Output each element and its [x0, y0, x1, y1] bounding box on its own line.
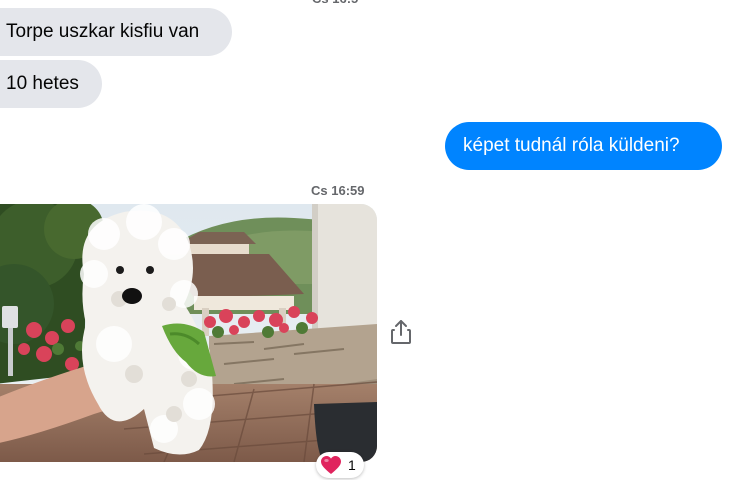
puppy-photo [0, 204, 377, 462]
incoming-message-2[interactable]: 10 hetes [0, 60, 102, 108]
reaction-count: 1 [348, 457, 356, 473]
outgoing-message-1[interactable]: képet tudnál róla küldeni? [445, 122, 722, 170]
reaction-badge[interactable]: 1 [316, 452, 364, 478]
top-timestamp-fragment: Cs 16:5 [312, 0, 358, 6]
photo-attachment[interactable] [0, 204, 377, 462]
share-button[interactable] [389, 319, 413, 345]
heart-icon [321, 456, 341, 474]
incoming-message-1[interactable]: Torpe uszkar kisfiu van [0, 8, 232, 56]
message-timestamp: Cs 16:59 [311, 183, 365, 198]
share-icon [391, 320, 411, 344]
outgoing-message-1-text: képet tudnál róla küldeni? [463, 135, 680, 156]
incoming-message-1-text: Torpe uszkar kisfiu van [6, 21, 200, 42]
incoming-message-2-text: 10 hetes [6, 73, 79, 94]
